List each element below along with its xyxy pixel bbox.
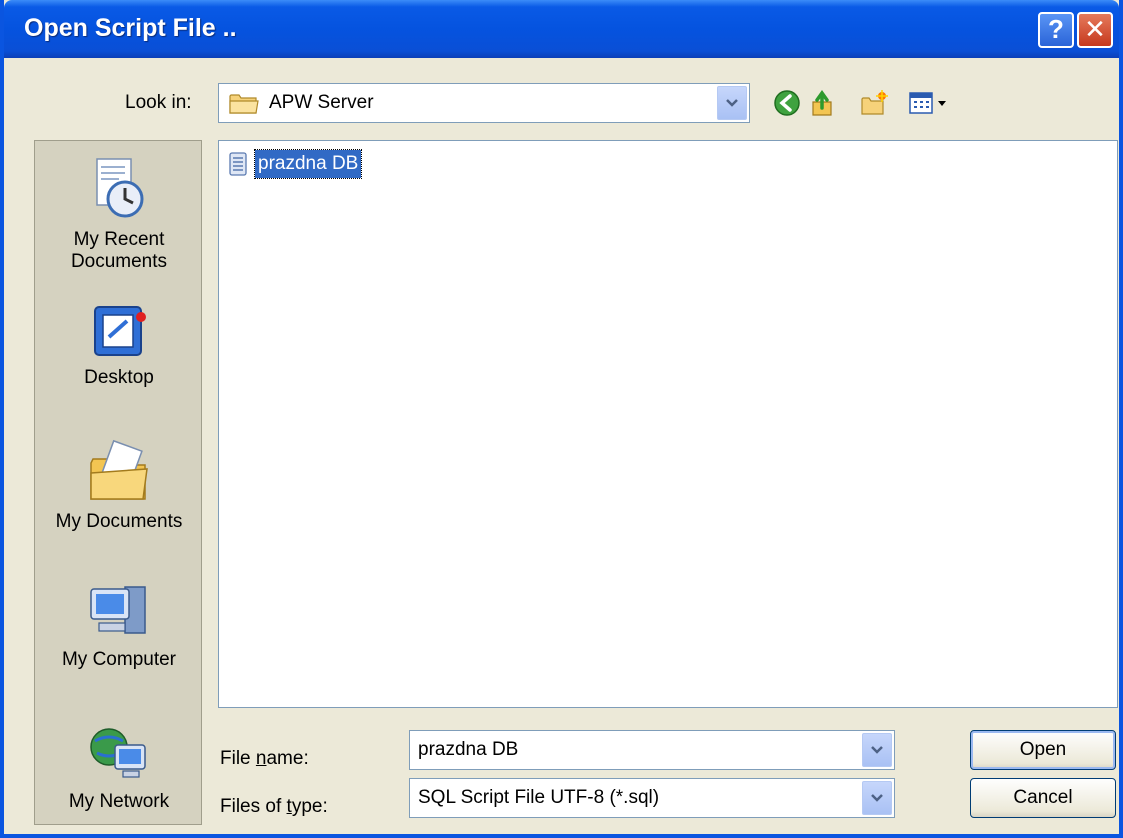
folder-icon — [229, 94, 259, 114]
window-title: Open Script File .. — [24, 14, 237, 42]
open-file-dialog: Open Script File .. ? ✕ Look in: APW Ser… — [0, 0, 1123, 838]
file-name-dropdown-button[interactable] — [862, 733, 892, 767]
place-my-network[interactable]: My Network — [35, 719, 201, 813]
places-bar: My Recent Documents Desktop My Documents — [34, 140, 202, 825]
views-menu-icon[interactable] — [908, 88, 954, 118]
file-name-label: prazdna DB — [253, 149, 363, 179]
cancel-button[interactable]: Cancel — [970, 778, 1116, 818]
place-my-computer[interactable]: My Computer — [35, 581, 201, 671]
place-label: My Documents — [55, 511, 183, 532]
place-label: Documents — [70, 251, 168, 272]
files-of-type-value: SQL Script File UTF-8 (*.sql) — [418, 787, 660, 808]
my-computer-icon — [90, 586, 146, 634]
up-folder-icon[interactable] — [809, 88, 839, 118]
look-in-value: APW Server — [269, 92, 374, 113]
look-in-combo[interactable]: APW Server — [218, 83, 750, 123]
file-name-input[interactable]: prazdna DB — [418, 739, 518, 761]
files-of-type-combo[interactable]: SQL Script File UTF-8 (*.sql) — [409, 778, 895, 818]
close-icon: ✕ — [1084, 14, 1106, 44]
open-button-label: Open — [1019, 739, 1067, 760]
help-icon: ? — [1048, 14, 1064, 44]
place-label: Desktop — [84, 367, 154, 388]
help-button[interactable]: ? — [1038, 12, 1074, 48]
recent-documents-icon — [96, 158, 144, 218]
title-bar[interactable]: Open Script File .. ? ✕ — [4, 0, 1119, 58]
close-button[interactable]: ✕ — [1077, 12, 1113, 48]
my-network-icon — [90, 728, 146, 778]
chevron-down-icon — [871, 746, 883, 754]
place-desktop[interactable]: Desktop — [35, 301, 201, 389]
back-icon[interactable] — [772, 88, 802, 118]
desktop-icon — [94, 306, 146, 356]
files-of-type-label: Files of type: — [220, 796, 328, 817]
my-documents-icon — [90, 439, 148, 500]
chevron-down-icon — [871, 794, 883, 802]
cancel-button-label: Cancel — [1013, 787, 1073, 808]
open-button[interactable]: Open — [970, 730, 1116, 770]
text-file-icon — [229, 152, 247, 176]
place-label: My Recent — [73, 229, 165, 250]
files-of-type-dropdown-button[interactable] — [862, 781, 892, 815]
chevron-down-icon — [726, 99, 738, 107]
file-name-combo[interactable]: prazdna DB — [409, 730, 895, 770]
new-folder-icon[interactable] — [859, 88, 889, 118]
place-my-recent-documents[interactable]: My Recent Documents — [35, 155, 201, 273]
look-in-dropdown-button[interactable] — [717, 86, 747, 120]
place-label: My Computer — [61, 649, 177, 670]
file-list[interactable]: prazdna DB — [218, 140, 1118, 708]
look-in-label: Look in: — [125, 92, 192, 113]
file-name-label: File name: — [220, 748, 309, 769]
place-label: My Network — [68, 791, 170, 812]
place-my-documents[interactable]: My Documents — [35, 439, 201, 533]
